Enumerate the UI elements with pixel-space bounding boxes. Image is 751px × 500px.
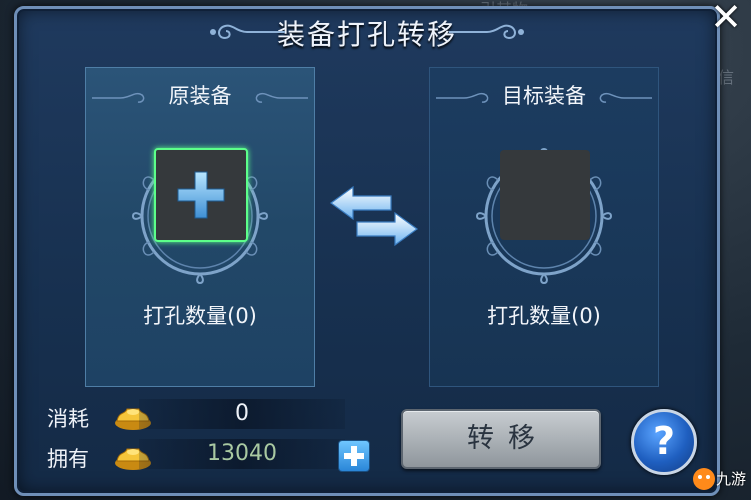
own-value: 13040 — [139, 439, 345, 469]
add-gold-button[interactable] — [339, 441, 369, 471]
ornament-left-icon — [210, 24, 285, 40]
site-watermark: 九游 — [692, 462, 751, 496]
target-equipment-panel[interactable]: 目标装备 打孔数量(0) — [429, 67, 659, 387]
source-equipment-panel[interactable]: 原装备 打孔数量(0) — [85, 67, 315, 387]
close-button[interactable]: ✕ — [704, 0, 748, 36]
target-equipment-slot[interactable] — [500, 150, 590, 240]
transfer-button[interactable]: 转移 — [401, 409, 601, 469]
dialog-title-bar: 装备打孔转移 — [17, 9, 717, 57]
target-hole-count: 打孔数量(0) — [487, 304, 601, 328]
source-hole-count: 打孔数量(0) — [143, 304, 257, 328]
swap-arrows-icon — [329, 185, 419, 247]
label-ornament-icon — [255, 92, 308, 103]
own-label: 拥有 — [47, 447, 89, 471]
watermark-logo-icon — [693, 468, 715, 490]
source-equipment-slot[interactable] — [154, 148, 248, 242]
help-button[interactable]: ? — [631, 409, 697, 475]
watermark-text: 九游 — [716, 470, 747, 488]
add-equipment-icon — [177, 171, 225, 219]
background-text: 信 — [718, 68, 735, 87]
consume-value: 0 — [139, 399, 345, 429]
ornament-right-icon — [449, 24, 524, 40]
label-ornament-icon — [599, 92, 652, 103]
plus-icon — [344, 446, 364, 466]
consume-label: 消耗 — [47, 407, 89, 431]
dialog-title: 装备打孔转移 — [276, 18, 457, 51]
hole-transfer-dialog: 装备打孔转移 原装备 打孔数量(0) 目标装备 打孔数量(0) 消耗 0 拥有 … — [14, 6, 720, 496]
